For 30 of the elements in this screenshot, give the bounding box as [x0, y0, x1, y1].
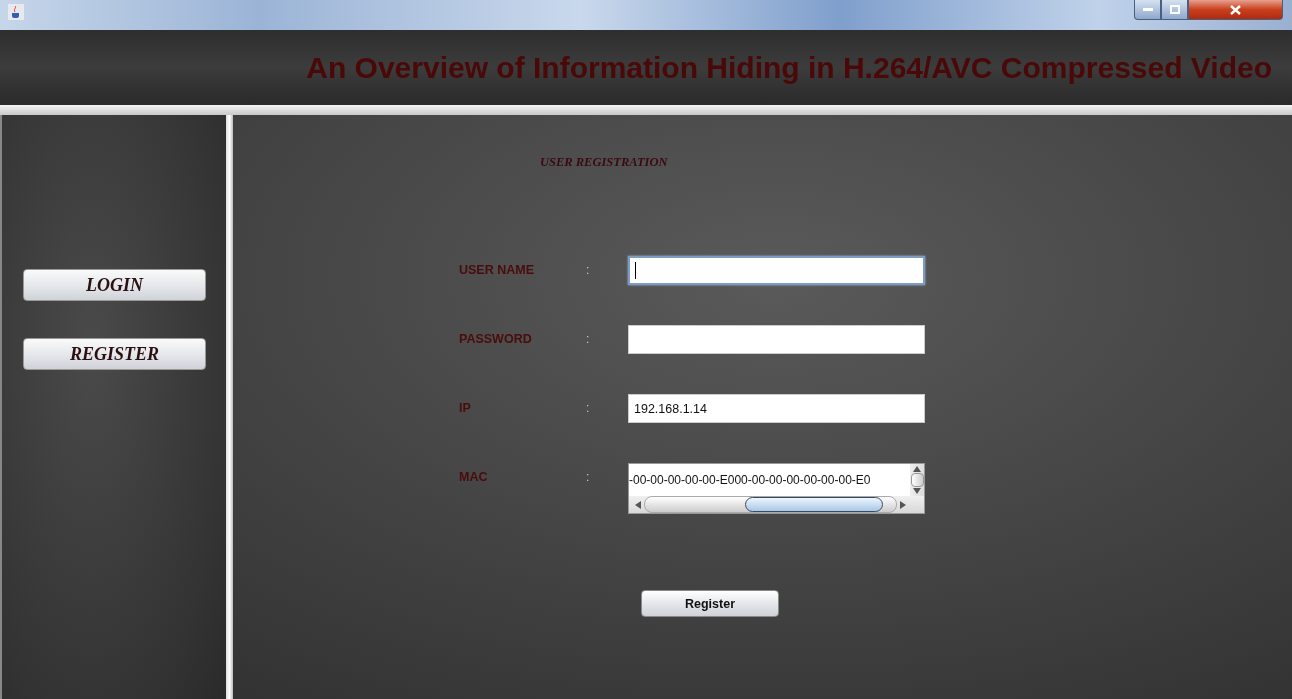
- left-arrow-icon[interactable]: [635, 500, 641, 509]
- register-button[interactable]: Register: [641, 590, 779, 617]
- minimize-icon: [1142, 7, 1153, 12]
- maximize-icon: [1169, 5, 1180, 14]
- colon: :: [586, 331, 591, 346]
- input-field[interactable]: [628, 325, 925, 354]
- down-arrow-icon[interactable]: [913, 488, 921, 494]
- horizontal-scrollbar[interactable]: [629, 496, 924, 513]
- maximize-button[interactable]: [1161, 0, 1188, 20]
- input-field[interactable]: [628, 256, 925, 285]
- cup-icon: [8, 4, 24, 20]
- nav-button[interactable]: LOGIN: [23, 269, 206, 301]
- colon: :: [586, 262, 591, 277]
- nav-button[interactable]: REGISTER: [23, 338, 206, 370]
- input-field[interactable]: 192.168.1.14: [628, 394, 925, 423]
- vertical-scrollbar[interactable]: [910, 464, 924, 496]
- up-arrow-icon[interactable]: [913, 466, 921, 472]
- close-button[interactable]: [1188, 0, 1283, 20]
- field-label: MAC: [459, 469, 489, 484]
- field-label: USER NAME: [459, 262, 535, 277]
- minimize-button[interactable]: [1134, 0, 1161, 20]
- close-icon: [1230, 4, 1241, 15]
- form-heading: USER REGISTRATION: [540, 155, 668, 170]
- field-label: IP: [459, 400, 472, 415]
- colon: :: [586, 469, 591, 484]
- field-label: PASSWORD: [459, 331, 533, 346]
- text-cursor: [635, 262, 636, 279]
- right-arrow-icon[interactable]: [900, 500, 906, 509]
- colon: :: [586, 400, 591, 415]
- text-area[interactable]: -00-00-00-00-00-E000-00-00-00-00-00-00-E0: [628, 463, 925, 514]
